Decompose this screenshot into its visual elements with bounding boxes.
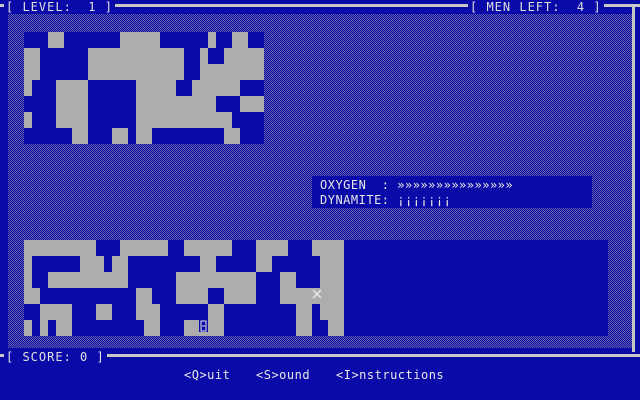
dynamite-count: DYNAMITE: ¡¡¡¡¡¡¡ [320, 193, 452, 207]
game-screen: [ LEVEL: 1 ] [ MEN LEFT: 4 ] OXYGEN : »»… [0, 0, 640, 400]
status-panel: OXYGEN : »»»»»»»»»»»»»»» DYNAMITE: ¡¡¡¡¡… [312, 176, 592, 208]
instructions-option[interactable]: <I>nstructions [336, 368, 444, 382]
x-cross-icon [312, 289, 322, 299]
score-indicator: [ SCORE: 0 ] [4, 350, 107, 364]
miner-icon [199, 320, 208, 332]
right-border [632, 4, 635, 352]
quit-option[interactable]: <Q>uit [184, 368, 230, 382]
level-indicator: [ LEVEL: 1 ] [4, 0, 115, 14]
sound-option[interactable]: <S>ound [256, 368, 310, 382]
men-left-indicator: [ MEN LEFT: 4 ] [468, 0, 604, 14]
oxygen-meter: OXYGEN : »»»»»»»»»»»»»»» [320, 178, 514, 192]
